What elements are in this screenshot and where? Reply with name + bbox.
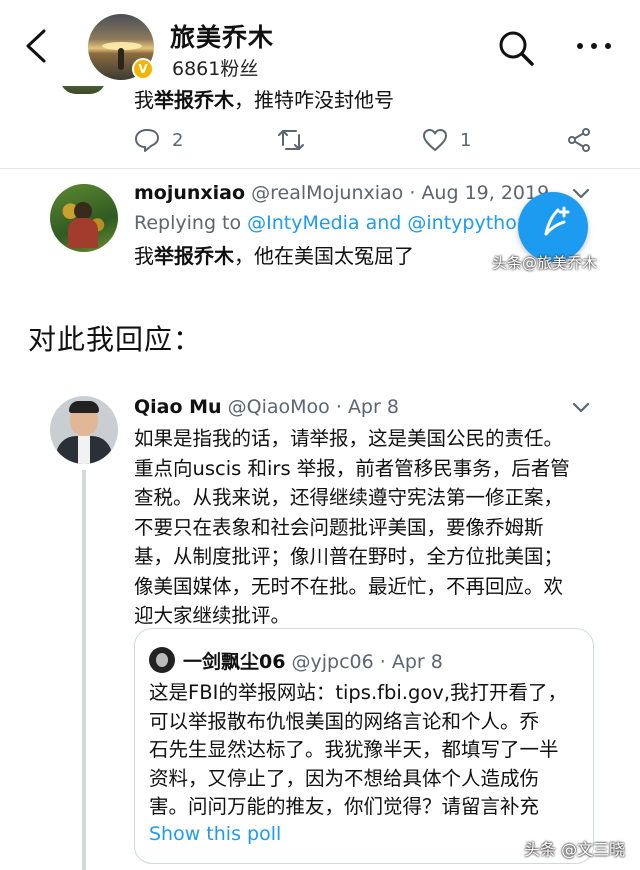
tweet-line: 石先生显然达标了。我犹豫半天，都填写了一半 <box>149 738 559 761</box>
tweet-date[interactable]: Apr 8 <box>348 396 399 418</box>
tweet-line: 查税。从我来说，还得继续遵守宪法第一修正案， <box>134 486 564 509</box>
author-name: 一剑飘尘06 <box>183 651 286 673</box>
thread-line <box>82 470 86 870</box>
tweet-date: Apr 8 <box>391 651 443 673</box>
follower-count: 6861粉丝 <box>172 58 259 80</box>
author-name[interactable]: mojunxiao <box>134 182 245 204</box>
divider <box>0 168 640 169</box>
profile-name[interactable]: 旅美乔木 <box>170 18 274 54</box>
quoted-tweet-text: 这是FBI的举报网站：tips.fbi.gov,我打开看了， 可以举报散布仇恨美… <box>149 679 585 822</box>
tweet-text: 如果是指我的话，请举报，这是美国公民的责任。 重点向uscis 和irs 举报，… <box>134 424 604 631</box>
verified-icon: V <box>132 58 154 80</box>
retweet-icon <box>278 130 304 150</box>
tweet-line: 迎大家继续批评。 <box>134 604 291 627</box>
tweet-line: 可以举报散布仇恨美国的网络言论和个人。乔 <box>149 709 540 733</box>
like-count: 1 <box>460 129 472 151</box>
like-button[interactable]: 1 <box>422 124 471 156</box>
more-icon[interactable] <box>574 38 614 54</box>
reply-button[interactable]: 2 <box>134 124 183 156</box>
like-icon <box>423 129 447 151</box>
author-handle[interactable]: @realMojunxiao <box>251 182 403 204</box>
retweet-button[interactable] <box>276 124 306 156</box>
show-poll-link[interactable]: Show this poll <box>149 823 281 845</box>
share-icon <box>568 128 590 152</box>
quoted-tweet-header: 一剑飘尘06 @yjpc06 · Apr 8 <box>183 651 443 673</box>
avatar <box>149 647 175 673</box>
reply-count: 2 <box>172 129 184 151</box>
tweet-actions: 2 1 <box>134 124 594 156</box>
search-icon[interactable] <box>496 28 536 68</box>
tweet-header: Qiao Mu @QiaoMoo · Apr 8 <box>134 396 399 418</box>
tweet-line: 害。问问万能的推友，你们觉得？请留言补充 <box>149 795 540 818</box>
author-handle: @yjpc06 <box>291 651 374 673</box>
tweet-line: 这是FBI的举报网站：tips.fbi.gov,我打开看了， <box>149 681 568 704</box>
tweet-text: 我举报乔木，推特咋没封他号 <box>134 88 394 112</box>
share-button[interactable] <box>566 124 592 156</box>
section-heading: 对此我回应： <box>28 323 203 356</box>
app-header: V 旅美乔木 6861粉丝 <box>0 0 640 86</box>
watermark: 头条 @文三晓 <box>524 840 626 859</box>
quoted-tweet[interactable]: 一剑飘尘06 @yjpc06 · Apr 8 这是FBI的举报网站：tips.f… <box>134 628 594 864</box>
author-handle[interactable]: @QiaoMoo <box>228 396 330 418</box>
tweet-header: mojunxiao @realMojunxiao · Aug 19, 2019 <box>134 182 550 204</box>
tweet-line: 如果是指我的话，请举报，这是美国公民的责任。 <box>134 427 564 450</box>
reply-icon <box>135 129 159 152</box>
tweet-line: 资料，又停止了，因为不想给具体个人造成伤 <box>149 766 540 790</box>
tweet-line: 重点向uscis 和irs 举报，前者管移民事务，后者管 <box>134 456 570 480</box>
tweet-line: 基，从制度批评；像川普在野时，全方位批美国； <box>134 545 564 568</box>
replying-to: Replying to @IntyMedia and @intypython <box>134 212 529 234</box>
watermark: 头条@旅美乔木 <box>492 254 598 272</box>
avatar[interactable] <box>50 184 118 252</box>
tweet-line: 不要只在表象和社会问题批评美国，要像乔姆斯 <box>134 515 544 539</box>
chevron-down-icon[interactable] <box>572 402 590 414</box>
avatar[interactable] <box>50 396 118 464</box>
tweet-text: 我举报乔木，他在美国太冤屈了 <box>134 244 414 268</box>
tweet-line: 像美国媒体，无时不在批。最近忙，不再回应。欢 <box>134 574 564 598</box>
author-name[interactable]: Qiao Mu <box>134 396 222 418</box>
reply-target-link[interactable]: @IntyMedia and @intypython <box>247 212 529 234</box>
back-arrow-icon[interactable] <box>22 28 52 64</box>
